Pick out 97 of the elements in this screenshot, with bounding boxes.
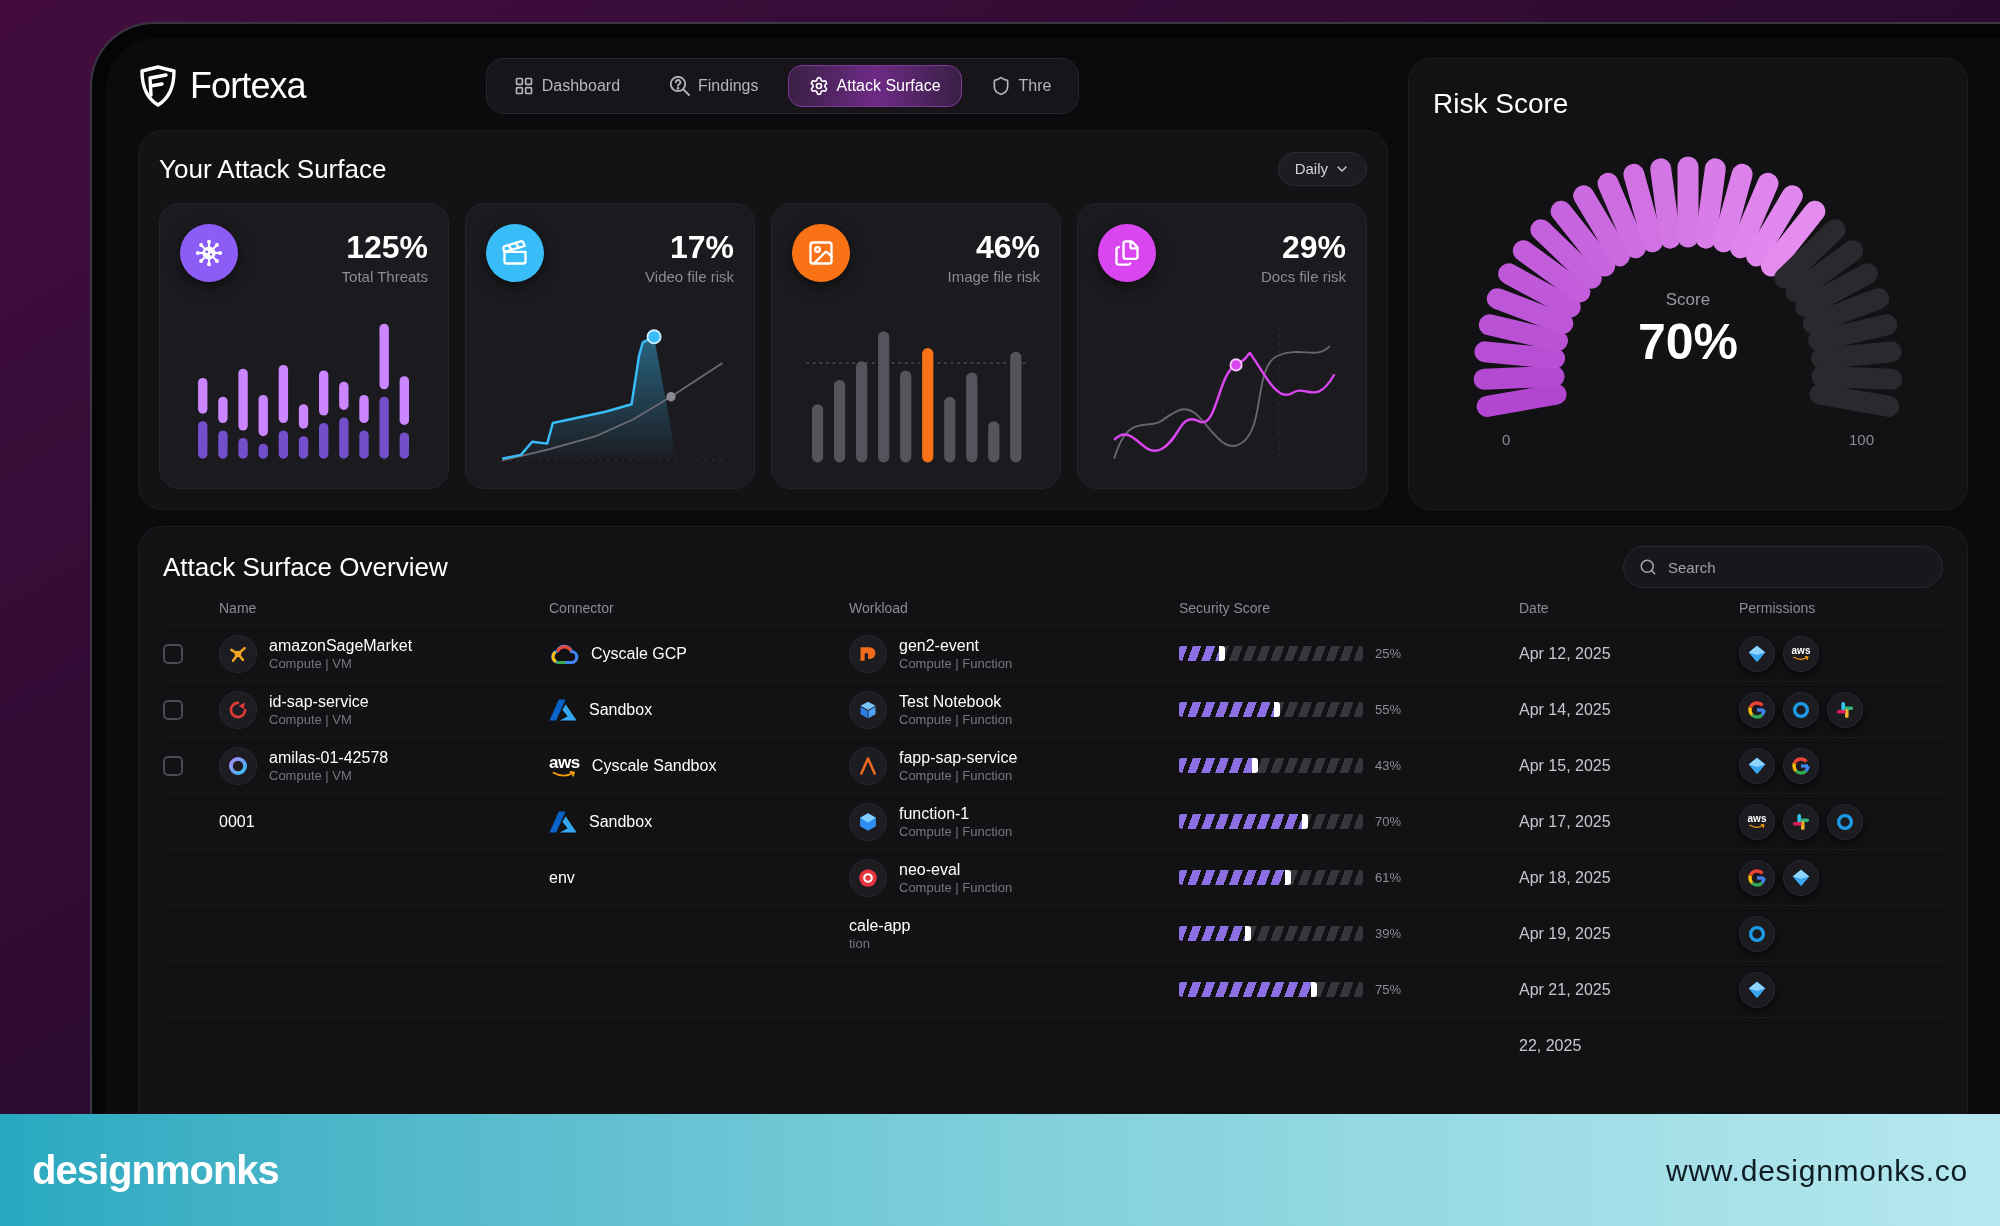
cube-icon xyxy=(849,690,887,729)
workload-type: Compute | Function xyxy=(899,879,1013,896)
connector-name: Sandbox xyxy=(589,811,653,832)
metric-label: Image file risk xyxy=(947,267,1040,287)
score-reading: 55% xyxy=(1375,700,1402,719)
triangle-logo-icon xyxy=(549,698,577,721)
column-header: Name xyxy=(219,598,257,618)
resource-name: id-sap-service xyxy=(269,691,369,712)
cloud-logo-icon xyxy=(549,642,579,665)
column-header: Security Score xyxy=(1179,598,1271,618)
date-cell: 22, 2025 xyxy=(1519,1036,1582,1054)
nav-tab[interactable]: Thre xyxy=(969,65,1073,107)
date-cell: Apr 18, 2025 xyxy=(1519,868,1611,886)
connector-name: Sandbox xyxy=(589,699,653,720)
nav-tab[interactable]: Dashboard xyxy=(492,65,642,107)
row-checkbox[interactable] xyxy=(163,643,183,664)
workload-name: Test Notebook xyxy=(899,691,1003,712)
score-reading: 25% xyxy=(1375,644,1402,663)
search-icon xyxy=(1639,558,1657,576)
metric-value: 29% xyxy=(1281,228,1346,266)
ring-icon xyxy=(1739,915,1775,952)
score-reading: 61% xyxy=(1375,868,1402,887)
help-search-icon xyxy=(670,76,691,96)
score-reading: 70% xyxy=(1375,812,1402,831)
workload-name: cale-app xyxy=(849,915,911,936)
metric-label: Video file risk xyxy=(645,267,734,287)
section-title: Attack Surface Overview xyxy=(163,550,448,584)
pinwheel-icon xyxy=(1783,803,1819,840)
date-cell: Apr 15, 2025 xyxy=(1519,756,1611,774)
pinwheel-icon xyxy=(1827,691,1863,728)
aws-logo: aws xyxy=(549,753,580,778)
section-title: Your Attack Surface xyxy=(159,152,387,186)
gauge-caption: Score xyxy=(1665,289,1711,311)
metric-label: Docs file risk xyxy=(1261,267,1346,287)
banner-brand: designmonks xyxy=(32,1147,279,1194)
caret-icon xyxy=(849,746,887,785)
score-reading: 39% xyxy=(1375,924,1402,943)
g-logo-icon xyxy=(1739,859,1775,896)
block-logo-icon xyxy=(849,634,887,673)
target-icon xyxy=(849,858,887,897)
grid-icon xyxy=(513,76,534,96)
banner-url: www.designmonks.co xyxy=(1666,1152,1968,1189)
workload-name: fapp-sap-service xyxy=(899,747,1018,768)
g-logo-icon xyxy=(1739,691,1775,728)
score-reading: 43% xyxy=(1375,756,1402,775)
score-reading: 75% xyxy=(1375,980,1402,999)
date-cell: Apr 12, 2025 xyxy=(1519,644,1611,662)
triangle-logo-icon xyxy=(549,810,577,833)
metric-value: 17% xyxy=(669,228,734,266)
metric-value: 46% xyxy=(975,228,1040,266)
shield-logo-icon xyxy=(138,65,178,107)
workload-type: Compute | Function xyxy=(899,767,1014,784)
gauge-min-label: 0 xyxy=(1502,430,1511,450)
workload-name: gen2-event xyxy=(899,635,981,656)
ring-icon xyxy=(1827,803,1863,840)
date-cell: Apr 17, 2025 xyxy=(1519,812,1611,830)
resource-type: Compute | VM xyxy=(269,767,353,784)
date-cell: Apr 14, 2025 xyxy=(1519,700,1611,718)
ring-icon xyxy=(1783,691,1819,728)
aws-logo: aws xyxy=(1783,635,1819,672)
card-title: Risk Score xyxy=(1433,87,1570,121)
workload-name: neo-eval xyxy=(899,859,962,880)
search-field[interactable]: Search xyxy=(1623,546,1943,588)
connector-name: env xyxy=(549,867,575,888)
nav-tab[interactable]: Attack Surface xyxy=(787,65,962,107)
column-header: Permissions xyxy=(1739,598,1816,618)
date-cell: Apr 21, 2025 xyxy=(1519,980,1611,998)
row-checkbox[interactable] xyxy=(163,699,183,720)
aws-logo: aws xyxy=(1739,803,1775,840)
resource-name: 0001 xyxy=(219,811,255,832)
gauge-max-label: 100 xyxy=(1848,430,1874,450)
resource-name: amazonSageMarket xyxy=(269,635,413,656)
workload-type: Compute | Function xyxy=(899,823,1013,840)
column-header: Workload xyxy=(849,598,908,618)
resource-type: Compute | VM xyxy=(269,711,353,728)
column-header: Connector xyxy=(549,598,614,618)
workload-type: Compute | Function xyxy=(899,655,1013,672)
column-header: Date xyxy=(1519,598,1549,618)
ring-icon xyxy=(219,746,257,785)
g-logo-icon xyxy=(1783,747,1819,784)
metric-label: Total Threats xyxy=(341,267,428,287)
resource-type: Compute | VM xyxy=(269,655,353,672)
gear-icon xyxy=(808,76,829,96)
row-checkbox[interactable] xyxy=(163,755,183,776)
gauge-value: 70% xyxy=(1637,312,1739,371)
workload-type: tion xyxy=(849,935,871,952)
connector-name: Cyscale Sandbox xyxy=(591,755,717,776)
metric-value: 125% xyxy=(346,228,428,266)
workload-type: Compute | Function xyxy=(899,711,1013,728)
brand-name: Fortexa xyxy=(190,64,306,108)
date-cell: Apr 19, 2025 xyxy=(1519,924,1611,942)
burst-icon xyxy=(219,634,257,673)
resource-name: amilas-01-42578 xyxy=(269,747,389,768)
period-dropdown[interactable]: Daily xyxy=(1277,152,1367,186)
nav-tab[interactable]: Findings xyxy=(649,65,780,107)
workload-name: function-1 xyxy=(899,803,971,824)
connector-name: Cyscale GCP xyxy=(591,643,688,664)
